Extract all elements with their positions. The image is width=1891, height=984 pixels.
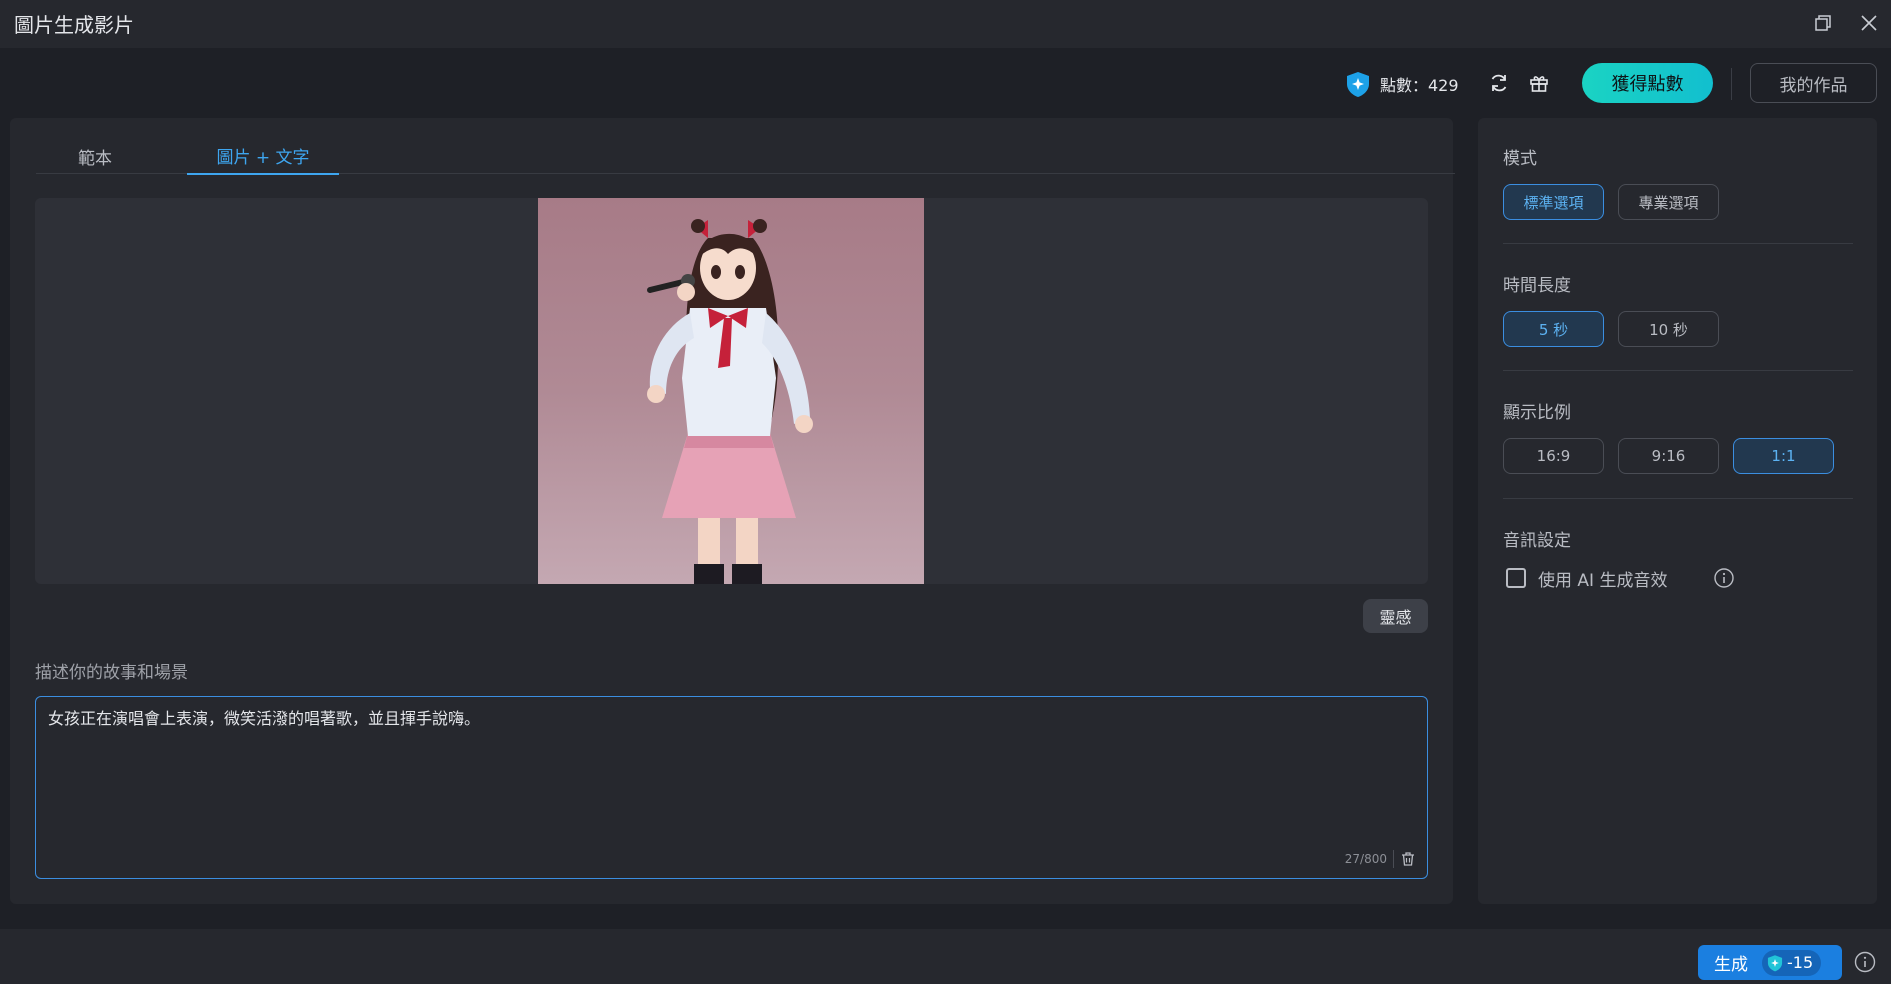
bottom-bar: [0, 929, 1891, 984]
ai-sound-checkbox[interactable]: [1506, 568, 1526, 588]
header-divider: [1731, 68, 1732, 100]
tab-image-text[interactable]: 圖片 + 文字: [187, 138, 339, 175]
ratio-9-16-button[interactable]: 9:16: [1618, 438, 1719, 474]
char-count: 27/800: [1344, 852, 1387, 866]
mode-pro-button[interactable]: 專業選項: [1618, 184, 1719, 220]
gift-icon: [1530, 76, 1548, 92]
title-bar: 圖片生成影片: [0, 0, 1891, 48]
info-icon[interactable]: [1853, 950, 1877, 974]
inspiration-button[interactable]: 靈感: [1363, 599, 1428, 633]
close-icon: [1861, 15, 1877, 31]
story-label: 描述你的故事和場景: [35, 663, 188, 683]
anime-girl-illustration: [647, 219, 813, 584]
points-shield-icon: [1767, 954, 1783, 971]
close-button[interactable]: [1854, 8, 1884, 38]
section-divider: [1503, 370, 1853, 371]
window-title: 圖片生成影片: [14, 13, 134, 37]
cost-badge: -15: [1762, 949, 1822, 976]
restore-button[interactable]: [1808, 8, 1838, 38]
image-preview-area[interactable]: [35, 198, 1428, 584]
tab-template[interactable]: 範本: [36, 138, 154, 174]
my-works-button[interactable]: 我的作品: [1750, 63, 1877, 103]
prompt-text[interactable]: 女孩正在演唱會上表演，微笑活潑的唱著歌，並且揮手說嗨。: [48, 705, 1408, 729]
info-icon[interactable]: [1713, 567, 1735, 589]
mode-standard-button[interactable]: 標準選項: [1503, 184, 1604, 220]
points-label: 點數：429: [1380, 76, 1459, 95]
generate-label: 生成: [1714, 955, 1748, 975]
restore-icon: [1815, 15, 1831, 31]
points-display: 點數：429: [1344, 70, 1459, 98]
section-divider: [1503, 243, 1853, 244]
ai-sound-label[interactable]: 使用 AI 生成音效: [1538, 566, 1667, 591]
trash-icon: [1402, 852, 1414, 866]
get-points-button[interactable]: 獲得點數: [1582, 63, 1713, 103]
gift-button[interactable]: [1524, 68, 1554, 98]
mode-title: 模式: [1503, 149, 1537, 169]
refresh-button[interactable]: [1484, 68, 1514, 98]
clear-text-button[interactable]: [1397, 848, 1419, 870]
settings-panel: 模式 標準選項 專業選項 時間長度 5 秒 10 秒 顯示比例 16:9 9:1…: [1478, 118, 1877, 904]
duration-title: 時間長度: [1503, 276, 1571, 296]
ratio-title: 顯示比例: [1503, 403, 1571, 423]
refresh-icon: [1491, 74, 1507, 92]
generate-button[interactable]: 生成 -15: [1698, 945, 1842, 980]
main-panel: 範本 圖片 + 文字 靈感 描述你的故事和場景 女孩正在演唱會上表演，微笑活潑的…: [10, 118, 1455, 904]
count-divider: [1393, 850, 1394, 868]
duration-10s-button[interactable]: 10 秒: [1618, 311, 1719, 347]
ratio-16-9-button[interactable]: 16:9: [1503, 438, 1604, 474]
points-shield-icon: [1347, 72, 1369, 97]
audio-title: 音訊設定: [1503, 531, 1571, 551]
tab-bar: 範本 圖片 + 文字: [36, 138, 1455, 175]
prompt-textarea[interactable]: 女孩正在演唱會上表演，微笑活潑的唱著歌，並且揮手說嗨。 27/800: [35, 696, 1428, 879]
section-divider: [1503, 498, 1853, 499]
cost-value: -15: [1787, 953, 1814, 972]
uploaded-image: [538, 198, 924, 584]
ratio-1-1-button[interactable]: 1:1: [1733, 438, 1834, 474]
duration-5s-button[interactable]: 5 秒: [1503, 311, 1604, 347]
